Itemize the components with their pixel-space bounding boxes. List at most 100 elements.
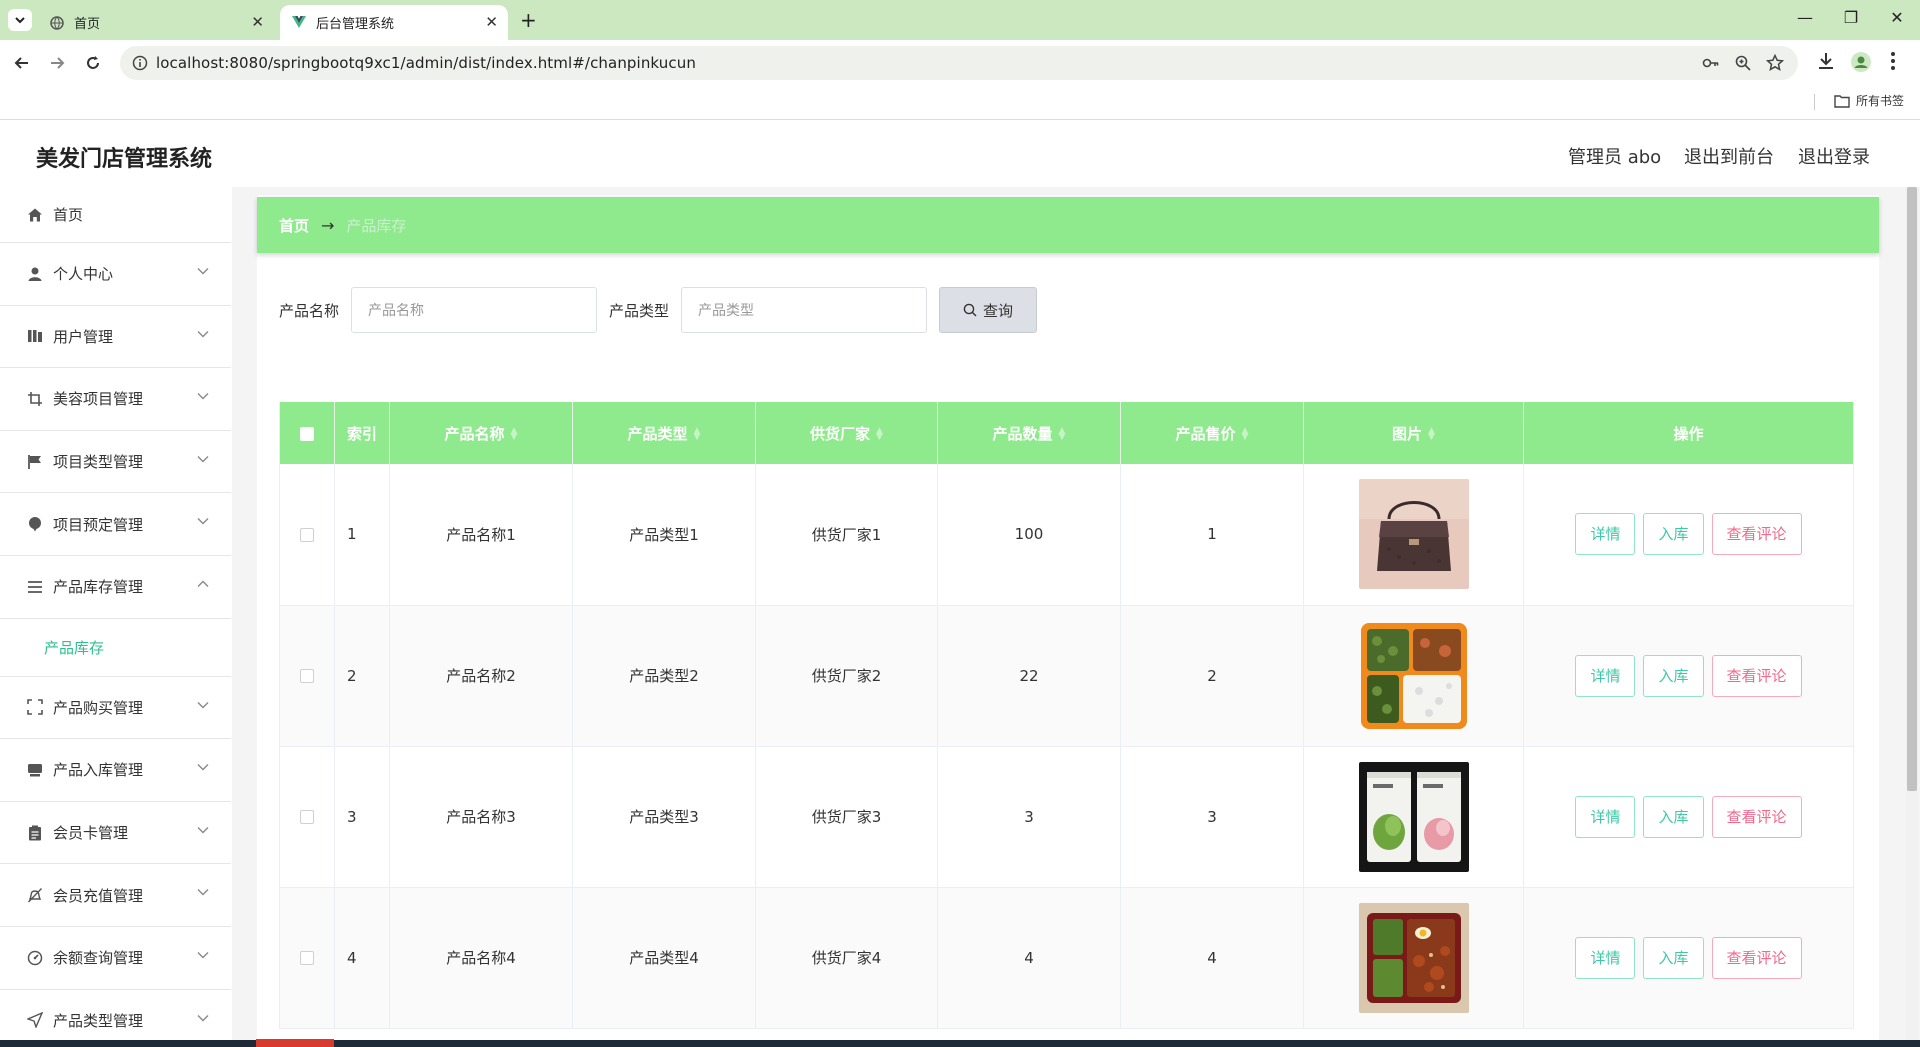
- row-checkbox[interactable]: [300, 527, 314, 542]
- view-reviews-button[interactable]: 查看评论: [1711, 513, 1802, 556]
- forward-button[interactable]: [46, 52, 68, 74]
- back-button[interactable]: [11, 52, 33, 74]
- sidebar-item-project-booking[interactable]: 项目预定管理: [0, 493, 231, 556]
- sort-icon[interactable]: ▲ ▼: [694, 427, 701, 442]
- url-text[interactable]: localhost:8080/springbootq9xc1/admin/dis…: [156, 54, 696, 72]
- zoom-icon[interactable]: [1734, 54, 1752, 72]
- row-select-cell[interactable]: [279, 464, 335, 606]
- column-header-price[interactable]: 产品售价 ▲ ▼: [1120, 402, 1304, 464]
- row-checkbox[interactable]: [300, 669, 314, 683]
- select-all-checkbox[interactable]: [300, 426, 314, 441]
- detail-button[interactable]: 详情: [1575, 795, 1636, 838]
- row-checkbox[interactable]: [300, 951, 314, 965]
- sidebar-item-profile[interactable]: 个人中心: [0, 243, 231, 306]
- column-header-supplier[interactable]: 供货厂家 ▲ ▼: [755, 402, 938, 464]
- sidebar-item-project-types[interactable]: 项目类型管理: [0, 431, 231, 494]
- sort-icon[interactable]: ▲ ▼: [511, 427, 518, 442]
- product-image-bento[interactable]: [1358, 902, 1469, 1013]
- table-row: 2 产品名称2 产品类型2 供货厂家2 22 2 详情 入库 查看评论: [279, 605, 1854, 747]
- restore-button[interactable]: ❐: [1828, 8, 1874, 27]
- sidebar-item-member-recharge[interactable]: 会员充值管理: [0, 864, 231, 927]
- row-select-cell[interactable]: [279, 605, 335, 747]
- search-button[interactable]: 查询: [939, 287, 1038, 333]
- column-header-type[interactable]: 产品类型 ▲ ▼: [572, 402, 756, 464]
- password-key-icon[interactable]: [1702, 54, 1720, 72]
- stock-in-button[interactable]: 入库: [1643, 513, 1704, 556]
- logout-link[interactable]: 退出登录: [1798, 143, 1870, 169]
- supplier-cell: 供货厂家4: [755, 887, 938, 1029]
- star-icon[interactable]: [1766, 54, 1784, 72]
- chevron-down-icon: [197, 951, 209, 959]
- breadcrumb-separator: →: [321, 215, 335, 235]
- scan-icon: [26, 698, 44, 716]
- table-row: 4 产品名称4 产品类型4 供货厂家4 4 4 详情 入库 查看评论: [279, 887, 1854, 1029]
- page-scrollbar[interactable]: [1906, 187, 1918, 1047]
- sidebar-item-label: 产品入库管理: [53, 761, 144, 780]
- stock-in-button[interactable]: 入库: [1643, 654, 1704, 697]
- sidebar-item-product-purchase[interactable]: 产品购买管理: [0, 677, 231, 740]
- sort-icon[interactable]: ▲ ▼: [1428, 427, 1435, 442]
- view-reviews-button[interactable]: 查看评论: [1711, 795, 1802, 838]
- product-image-handbag[interactable]: [1358, 479, 1469, 590]
- site-info-icon[interactable]: [132, 55, 148, 71]
- column-header-image[interactable]: 图片 ▲ ▼: [1303, 402, 1524, 464]
- sidebar-item-beauty-projects[interactable]: 美容项目管理: [0, 368, 231, 431]
- view-reviews-button[interactable]: 查看评论: [1711, 654, 1802, 697]
- window-close-button[interactable]: ✕: [1874, 8, 1920, 27]
- sidebar-item-member-card[interactable]: 会员卡管理: [0, 802, 231, 865]
- kebab-menu-icon[interactable]: [1890, 51, 1896, 71]
- row-checkbox[interactable]: [300, 810, 314, 824]
- sidebar-item-users[interactable]: 用户管理: [0, 306, 231, 369]
- product-image-facemask[interactable]: [1358, 761, 1469, 872]
- select-all-cell[interactable]: [279, 402, 335, 464]
- detail-button[interactable]: 详情: [1575, 936, 1636, 979]
- sidebar-item-label: 项目类型管理: [53, 453, 144, 472]
- row-select-cell[interactable]: [279, 887, 335, 1029]
- minimize-button[interactable]: —: [1782, 8, 1828, 27]
- sidebar-item-label: 会员充值管理: [53, 886, 144, 905]
- type-cell: 产品类型1: [572, 464, 756, 606]
- taskbar-app-indicator[interactable]: [256, 1039, 334, 1047]
- sidebar-item-product-stock-in[interactable]: 产品入库管理: [0, 739, 231, 802]
- product-name-input[interactable]: 产品名称: [351, 287, 598, 333]
- box-icon: [26, 761, 44, 779]
- stock-in-button[interactable]: 入库: [1643, 795, 1704, 838]
- sidebar-item-balance-query[interactable]: 余额查询管理: [0, 927, 231, 990]
- bell-off-icon: [26, 886, 44, 904]
- breadcrumb: 首页 → 产品库存: [257, 197, 1879, 253]
- detail-button[interactable]: 详情: [1575, 513, 1636, 556]
- column-header-name[interactable]: 产品名称 ▲ ▼: [389, 402, 573, 464]
- sidebar-item-home[interactable]: 首页: [0, 187, 231, 243]
- close-icon[interactable]: ✕: [251, 15, 264, 30]
- product-type-input[interactable]: 产品类型: [681, 287, 928, 333]
- scrollbar-thumb[interactable]: [1907, 187, 1917, 791]
- sort-icon[interactable]: ▲ ▼: [1242, 427, 1249, 442]
- all-bookmarks-button[interactable]: 所有书签: [1834, 92, 1904, 109]
- address-bar[interactable]: localhost:8080/springbootq9xc1/admin/dis…: [120, 46, 1798, 80]
- sort-icon[interactable]: ▲ ▼: [876, 427, 883, 442]
- close-icon[interactable]: ✕: [485, 15, 498, 30]
- back-to-frontend-link[interactable]: 退出到前台: [1684, 143, 1774, 169]
- sidebar-item-product-inventory[interactable]: 产品库存管理: [0, 556, 231, 619]
- view-reviews-button[interactable]: 查看评论: [1711, 936, 1802, 979]
- home-icon: [26, 206, 44, 224]
- sidebar-item-product-types[interactable]: 产品类型管理: [0, 990, 231, 1047]
- detail-button[interactable]: 详情: [1575, 654, 1636, 697]
- browser-tab-admin[interactable]: 后台管理系统 ✕: [280, 5, 508, 40]
- breadcrumb-home[interactable]: 首页: [279, 215, 309, 236]
- tab-search-button[interactable]: [8, 9, 32, 31]
- row-select-cell[interactable]: [279, 746, 335, 888]
- download-icon[interactable]: [1816, 51, 1836, 71]
- index-cell: 4: [334, 887, 390, 1029]
- new-tab-button[interactable]: +: [520, 8, 537, 32]
- column-header-actions: 操作: [1523, 402, 1854, 464]
- browser-tab-home[interactable]: 首页 ✕: [38, 5, 274, 40]
- product-image-lunchbox[interactable]: [1358, 620, 1469, 731]
- sort-icon[interactable]: ▲ ▼: [1059, 427, 1066, 442]
- stock-in-button[interactable]: 入库: [1643, 936, 1704, 979]
- sidebar-item-label: 产品库存管理: [53, 578, 144, 597]
- sidebar-subitem-inventory[interactable]: 产品库存: [0, 619, 231, 677]
- profile-avatar-icon[interactable]: [1850, 51, 1872, 73]
- column-header-qty[interactable]: 产品数量 ▲ ▼: [937, 402, 1121, 464]
- reload-button[interactable]: [82, 52, 104, 74]
